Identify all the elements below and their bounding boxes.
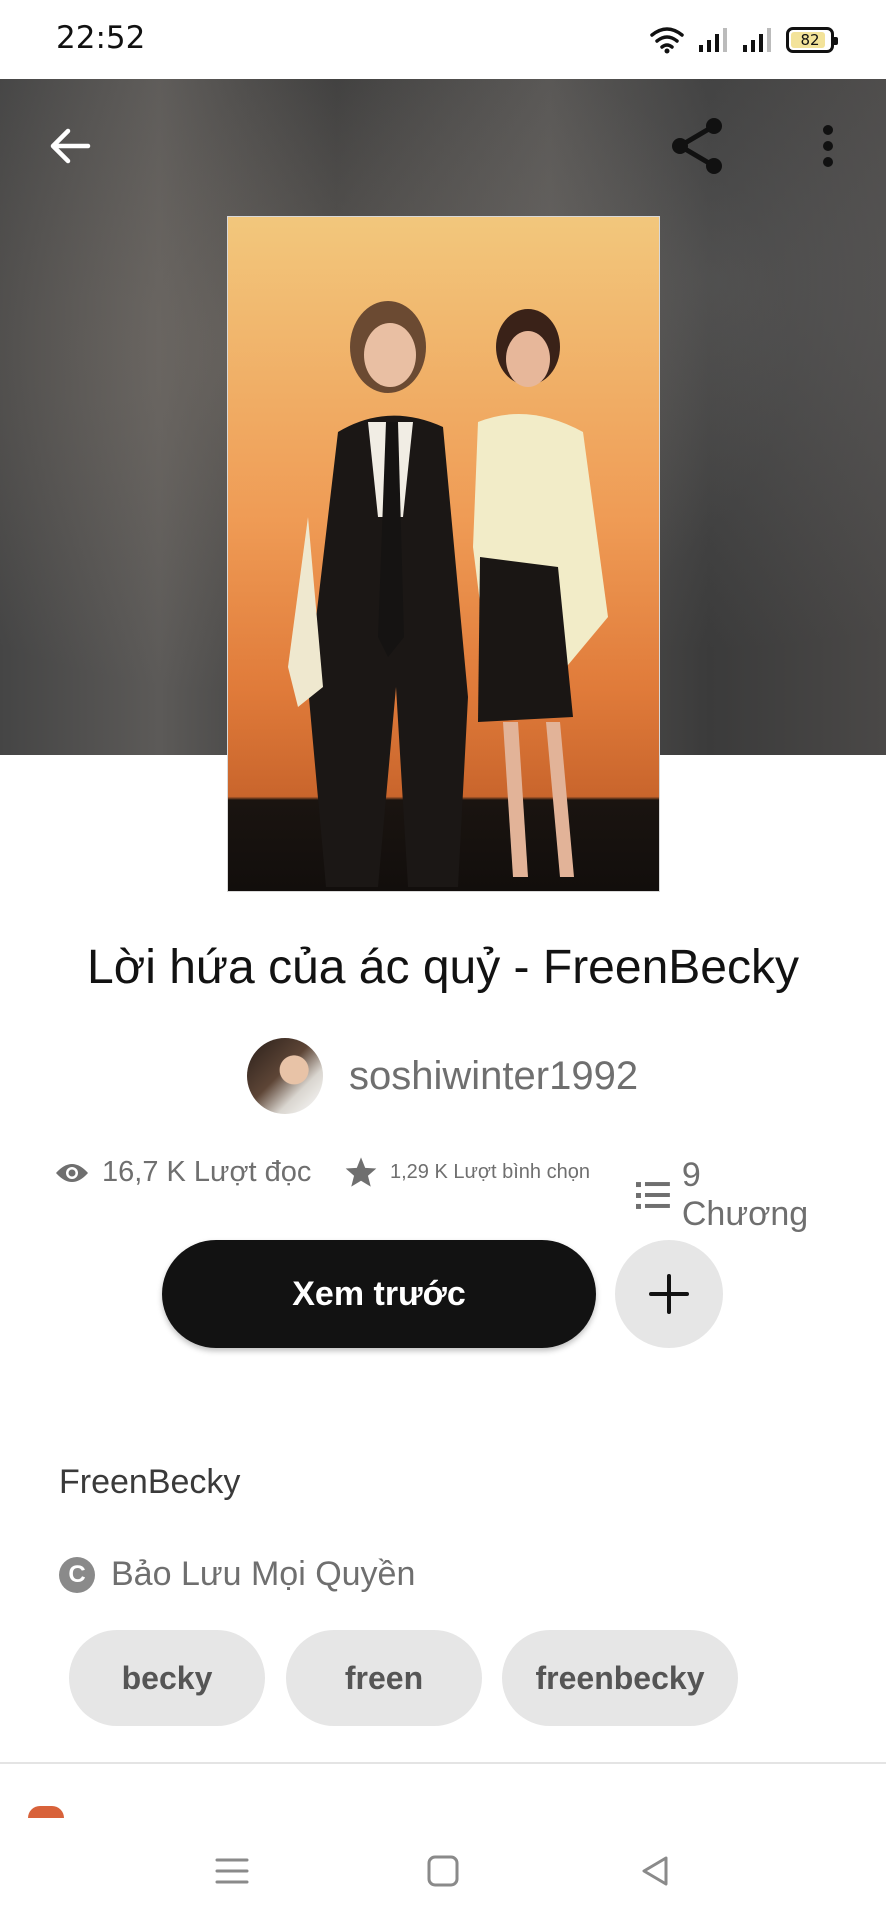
tag-chip[interactable]: freen (286, 1630, 482, 1726)
eye-icon (56, 1163, 88, 1182)
battery-level: 82 (800, 31, 820, 49)
arrow-left-icon (50, 128, 91, 164)
plus-icon (649, 1274, 689, 1314)
more-vertical-icon (823, 125, 833, 167)
cover-image (227, 216, 660, 892)
more-options-button[interactable] (804, 112, 852, 180)
add-to-library-button[interactable] (615, 1240, 723, 1348)
wifi-icon (650, 27, 684, 54)
chapters-count[interactable]: 9 Chương (682, 1156, 836, 1234)
menu-icon (215, 1858, 249, 1884)
status-time: 22:52 (56, 20, 146, 56)
battery-icon: 82 (786, 27, 838, 53)
author-name[interactable]: soshiwinter1992 (349, 1054, 638, 1099)
story-stats: 16,7 K Lượt đọc 1,29 K Lượt bình chọn 9 … (54, 1156, 836, 1233)
star-icon (345, 1157, 377, 1187)
partial-avatar (28, 1806, 64, 1818)
copyright-info: C Bảo Lưu Mọi Quyền (59, 1555, 415, 1594)
preview-button[interactable]: Xem trước (162, 1240, 596, 1348)
status-icons: 82 (650, 24, 838, 56)
story-description: FreenBecky (59, 1463, 241, 1501)
square-icon (427, 1855, 459, 1887)
recent-apps-button[interactable] (207, 1846, 257, 1896)
share-icon (672, 118, 722, 174)
system-back-button[interactable] (630, 1846, 680, 1896)
story-title: Lời hứa của ác quỷ - FreenBecky (87, 941, 799, 994)
author-link[interactable]: soshiwinter1992 (247, 1038, 638, 1114)
copyright-icon: C (59, 1556, 95, 1593)
tag-chip[interactable]: becky (69, 1630, 265, 1726)
copyright-text: Bảo Lưu Mọi Quyền (111, 1555, 416, 1593)
votes-count: 1,29 K Lượt bình chọn (390, 1160, 590, 1183)
author-avatar[interactable] (247, 1038, 323, 1114)
list-icon (636, 1182, 670, 1209)
home-button[interactable] (418, 1846, 468, 1896)
chapters-stat[interactable]: 9 Chương (636, 1156, 836, 1234)
system-nav-bar (0, 1820, 886, 1920)
tag-chip[interactable]: freenbecky (502, 1630, 738, 1726)
divider (0, 1762, 886, 1764)
share-button[interactable] (662, 110, 734, 182)
signal-icon (699, 28, 727, 52)
back-button[interactable] (36, 112, 104, 180)
reads-count: 16,7 K Lượt đọc (102, 1156, 312, 1188)
status-bar: 22:52 82 (0, 0, 886, 79)
triangle-back-icon (642, 1856, 668, 1886)
votes-stat: 1,29 K Lượt bình chọn (344, 1156, 590, 1188)
reads-stat: 16,7 K Lượt đọc (54, 1156, 311, 1189)
signal-icon (743, 28, 771, 52)
